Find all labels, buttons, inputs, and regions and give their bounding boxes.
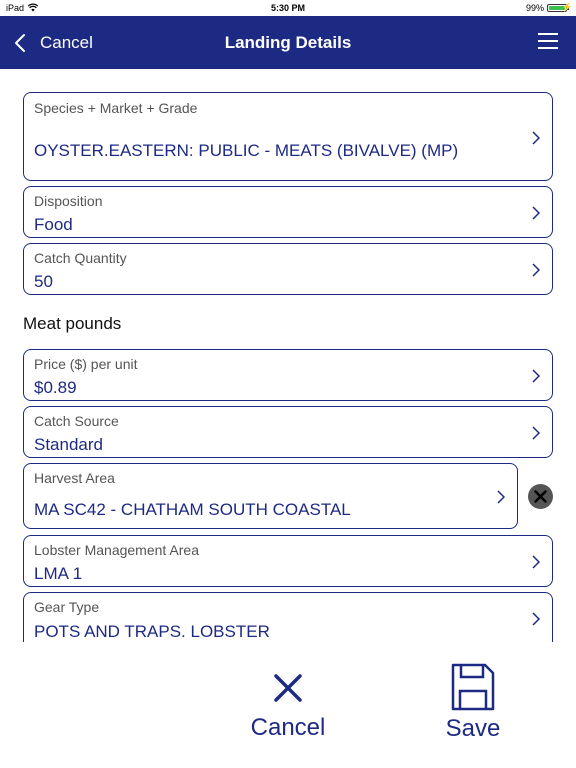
catch-quantity-value: 50 (34, 272, 53, 291)
gear-type-value: POTS AND TRAPS. LOBSTER (34, 622, 270, 641)
chevron-right-icon (532, 612, 540, 626)
save-button-label: Save (445, 715, 501, 742)
catch-source-field[interactable]: Catch Source Standard (23, 406, 553, 458)
gear-type-label: Gear Type (34, 599, 100, 615)
catch-source-label: Catch Source (34, 413, 119, 429)
save-icon (451, 663, 495, 711)
cancel-button-label: Cancel (250, 714, 326, 741)
catch-source-value: Standard (34, 435, 103, 454)
chevron-right-icon (532, 206, 540, 220)
lobster-area-value: LMA 1 (34, 564, 83, 583)
back-button-label: Cancel (40, 32, 93, 52)
chevron-right-icon (532, 555, 540, 569)
harvest-area-field[interactable]: Harvest Area MA SC42 - CHATHAM SOUTH COA… (23, 463, 518, 529)
harvest-area-value: MA SC42 - CHATHAM SOUTH COASTAL (34, 500, 351, 519)
clear-harvest-area-button[interactable] (528, 484, 553, 509)
menu-icon[interactable] (538, 33, 558, 51)
catch-quantity-label: Catch Quantity (34, 250, 127, 266)
back-button[interactable]: Cancel (14, 16, 93, 69)
price-value: $0.89 (34, 378, 77, 397)
species-label: Species + Market + Grade (34, 100, 198, 116)
chevron-right-icon (532, 131, 540, 145)
price-field[interactable]: Price ($) per unit $0.89 (23, 349, 553, 401)
chevron-right-icon (497, 490, 505, 504)
chevron-right-icon (532, 263, 540, 277)
status-bar: iPad 5:30 PM 99% ⚡ (0, 0, 576, 16)
species-value: OYSTER.EASTERN: PUBLIC - MEATS (BIVALVE)… (34, 141, 459, 160)
chevron-right-icon (532, 369, 540, 383)
back-chevron-icon (15, 33, 25, 52)
disposition-label: Disposition (34, 193, 103, 209)
lobster-area-label: Lobster Management Area (34, 542, 199, 558)
clear-icon (534, 490, 547, 503)
status-time: 5:30 PM (270, 3, 305, 13)
gear-type-field[interactable]: Gear Type POTS AND TRAPS. LOBSTER (23, 592, 553, 642)
chevron-right-icon (532, 426, 540, 440)
species-field[interactable]: Species + Market + Grade OYSTER.EASTERN:… (23, 92, 553, 181)
price-label: Price ($) per unit (34, 356, 138, 372)
charging-icon: ⚡ (561, 2, 573, 12)
battery-percent: 99% (525, 3, 544, 13)
catch-quantity-field[interactable]: Catch Quantity 50 (23, 243, 553, 295)
close-icon (274, 674, 302, 702)
disposition-value: Food (34, 215, 73, 234)
disposition-field[interactable]: Disposition Food (23, 186, 553, 238)
lobster-area-field[interactable]: Lobster Management Area LMA 1 (23, 535, 553, 587)
cancel-button[interactable]: Cancel (238, 668, 338, 742)
unit-label: Meat pounds (23, 314, 122, 333)
harvest-area-label: Harvest Area (34, 470, 115, 486)
save-button[interactable]: Save (423, 663, 523, 743)
nav-bar: Cancel Landing Details (0, 16, 576, 69)
